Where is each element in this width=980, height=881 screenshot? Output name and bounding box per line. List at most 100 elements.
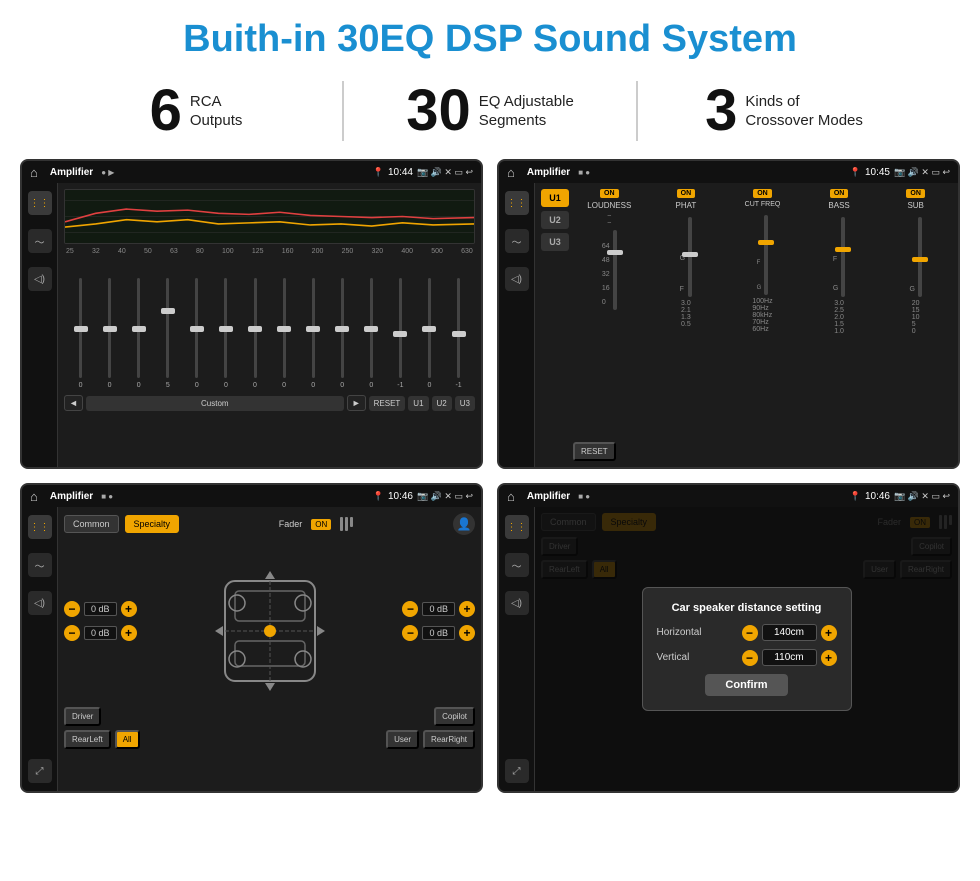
slider-track-5[interactable] [224,278,227,378]
eq-prev-button[interactable]: ◄ [64,395,83,411]
rearright-btn[interactable]: RearRight [423,730,475,749]
slider-track-6[interactable] [254,278,257,378]
specialty-body: − 0 dB + − 0 dB + [64,541,475,701]
vol-val-tl: 0 dB [84,602,117,616]
slider-track-12[interactable] [428,278,431,378]
expand-icon-4[interactable]: ⤢ [505,759,529,783]
amp-sub-col: ON SUB G 20151050 [879,189,952,434]
sub-on-badge: ON [906,189,925,198]
slider-track-4[interactable] [195,278,198,378]
user-btn[interactable]: User [386,730,419,749]
home-icon-1: ⌂ [30,165,38,180]
cutfreq-thumb [758,240,774,245]
cutfreq-label: CUT FREQ [745,201,781,208]
bass-on-badge: ON [830,189,849,198]
eq-u2-button[interactable]: U2 [432,396,452,411]
dialog-screen-content: ⋮⋮ 〜 ◁) ⤢ Common Specialty Fader ON [499,507,958,791]
crossover-main-panel: U1 U2 U3 ON LOUDNESS ~ [535,183,958,467]
specialty-screen: ⌂ Amplifier ■ ● 📍 10:46 📷 🔊 ✕ ▭ ↩ ⋮⋮ 〜 ◁… [20,483,483,793]
vol-plus-tl[interactable]: + [121,601,137,617]
wave-icon-3[interactable]: 〜 [28,553,52,577]
slider-track-11[interactable] [399,278,402,378]
vol-minus-br[interactable]: − [402,625,418,641]
phat-label: PHAT [676,201,697,210]
eq-icon[interactable]: ⋮⋮ [28,191,52,215]
vol-plus-br[interactable]: + [459,625,475,641]
specialty-screen-content: ⋮⋮ 〜 ◁) ⤢ Common Specialty Fader ON [22,507,481,791]
slider-track-3[interactable] [166,278,169,378]
eq-u1-button[interactable]: U1 [408,396,428,411]
vol-minus-bl[interactable]: − [64,625,80,641]
amp-cutfreq-col: ON CUT FREQ FG 100Hz90Hz80kHz70Hz60Hz [726,189,799,434]
slider-track-9[interactable] [341,278,344,378]
speaker-icon-2[interactable]: ◁) [505,267,529,291]
preset-u3[interactable]: U3 [541,233,569,251]
vertical-minus-button[interactable]: − [742,650,758,666]
cutfreq-on-badge: ON [753,189,772,198]
slider-track-7[interactable] [283,278,286,378]
bass-slider[interactable] [841,217,845,297]
phat-on-badge: ON [677,189,696,198]
stat-crossover-label: Kinds of Crossover Modes [745,92,863,131]
stat-rca-label: RCA Outputs [190,92,243,131]
eq-icon-4[interactable]: ⋮⋮ [505,515,529,539]
eq-next-button[interactable]: ► [347,395,366,411]
status-bar-4: ⌂ Amplifier ■ ● 📍 10:46 📷 🔊 ✕ ▭ ↩ [499,485,958,507]
horizontal-plus-button[interactable]: + [821,625,837,641]
rearleft-btn[interactable]: RearLeft [64,730,111,749]
time-4: 10:46 [865,491,890,502]
status-dots-2: ■ ● [578,168,590,177]
slider-track-0[interactable] [79,278,82,378]
preset-u1[interactable]: U1 [541,189,569,207]
sub-slider[interactable] [918,217,922,297]
stat-eq-label: EQ Adjustable Segments [479,92,574,131]
vol-plus-tr[interactable]: + [459,601,475,617]
driver-btn[interactable]: Driver [64,707,101,726]
cutfreq-slider[interactable] [764,215,768,295]
eq-custom-button[interactable]: Custom [86,396,344,411]
slider-track-13[interactable] [457,278,460,378]
vol-minus-tr[interactable]: − [402,601,418,617]
wave-icon-4[interactable]: 〜 [505,553,529,577]
all-btn[interactable]: All [115,730,140,749]
slider-track-8[interactable] [312,278,315,378]
confirm-button[interactable]: Confirm [705,674,787,696]
common-tab[interactable]: Common [64,515,119,533]
eq-icon-2[interactable]: ⋮⋮ [505,191,529,215]
eq-slider-12: 0 [415,278,444,389]
phat-slider[interactable] [688,217,692,297]
slider-track-1[interactable] [108,278,111,378]
speaker-icon-4[interactable]: ◁) [505,591,529,615]
horizontal-value: − 140cm + [742,624,837,641]
wave-icon-2[interactable]: 〜 [505,229,529,253]
eq-icon-3[interactable]: ⋮⋮ [28,515,52,539]
eq-slider-11: -1 [386,278,415,389]
slider-thumb-8 [306,326,320,332]
speaker-icon-3[interactable]: ◁) [28,591,52,615]
wave-icon-1[interactable]: 〜 [28,229,52,253]
expand-icon-3[interactable]: ⤢ [28,759,52,783]
specialty-tab[interactable]: Specialty [125,515,180,533]
vertical-plus-button[interactable]: + [821,650,837,666]
loudness-slider[interactable] [613,230,617,310]
app-name-3: Amplifier [50,491,93,502]
time-3: 10:46 [388,491,413,502]
preset-u2[interactable]: U2 [541,211,569,229]
vol-plus-bl[interactable]: + [121,625,137,641]
slider-track-10[interactable] [370,278,373,378]
eq-reset-button[interactable]: RESET [369,396,406,411]
amp-phat-col: ON PHAT GF 3.02.11.30.5 [650,189,723,434]
amp-bass-col: ON BASS FG 3.02.52.01.51.0 [803,189,876,434]
slider-track-2[interactable] [137,278,140,378]
amp-reset-button[interactable]: RESET [573,442,616,461]
user-icon-3[interactable]: 👤 [453,513,475,535]
dialog-overlay: Car speaker distance setting Horizontal … [535,507,958,791]
phat-thumb [682,252,698,257]
status-dots-4: ■ ● [578,492,590,501]
copilot-btn[interactable]: Copilot [434,707,475,726]
specialty-top-bar: Common Specialty Fader ON 👤 [64,513,475,535]
speaker-icon-1[interactable]: ◁) [28,267,52,291]
eq-u3-button[interactable]: U3 [455,396,475,411]
horizontal-minus-button[interactable]: − [742,625,758,641]
vol-minus-tl[interactable]: − [64,601,80,617]
